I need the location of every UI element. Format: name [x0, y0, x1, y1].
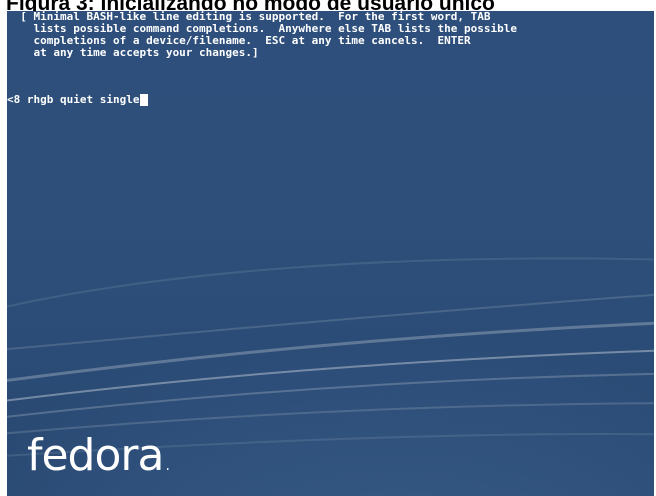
background-swoosh	[7, 257, 654, 457]
grub-boot-screen: [ Minimal BASH-like line editing is supp…	[7, 11, 654, 496]
kernel-command-line[interactable]: <8 rhgb quiet single	[7, 93, 149, 106]
help-text-line-4: at any time accepts your changes.]	[7, 46, 259, 59]
text-cursor	[140, 94, 149, 106]
fedora-logo-mark: .	[165, 458, 170, 474]
kernel-command-text: <8 rhgb quiet single	[7, 93, 140, 106]
fedora-logo: fedora.	[27, 430, 170, 491]
fedora-logo-text: fedora	[27, 430, 164, 481]
